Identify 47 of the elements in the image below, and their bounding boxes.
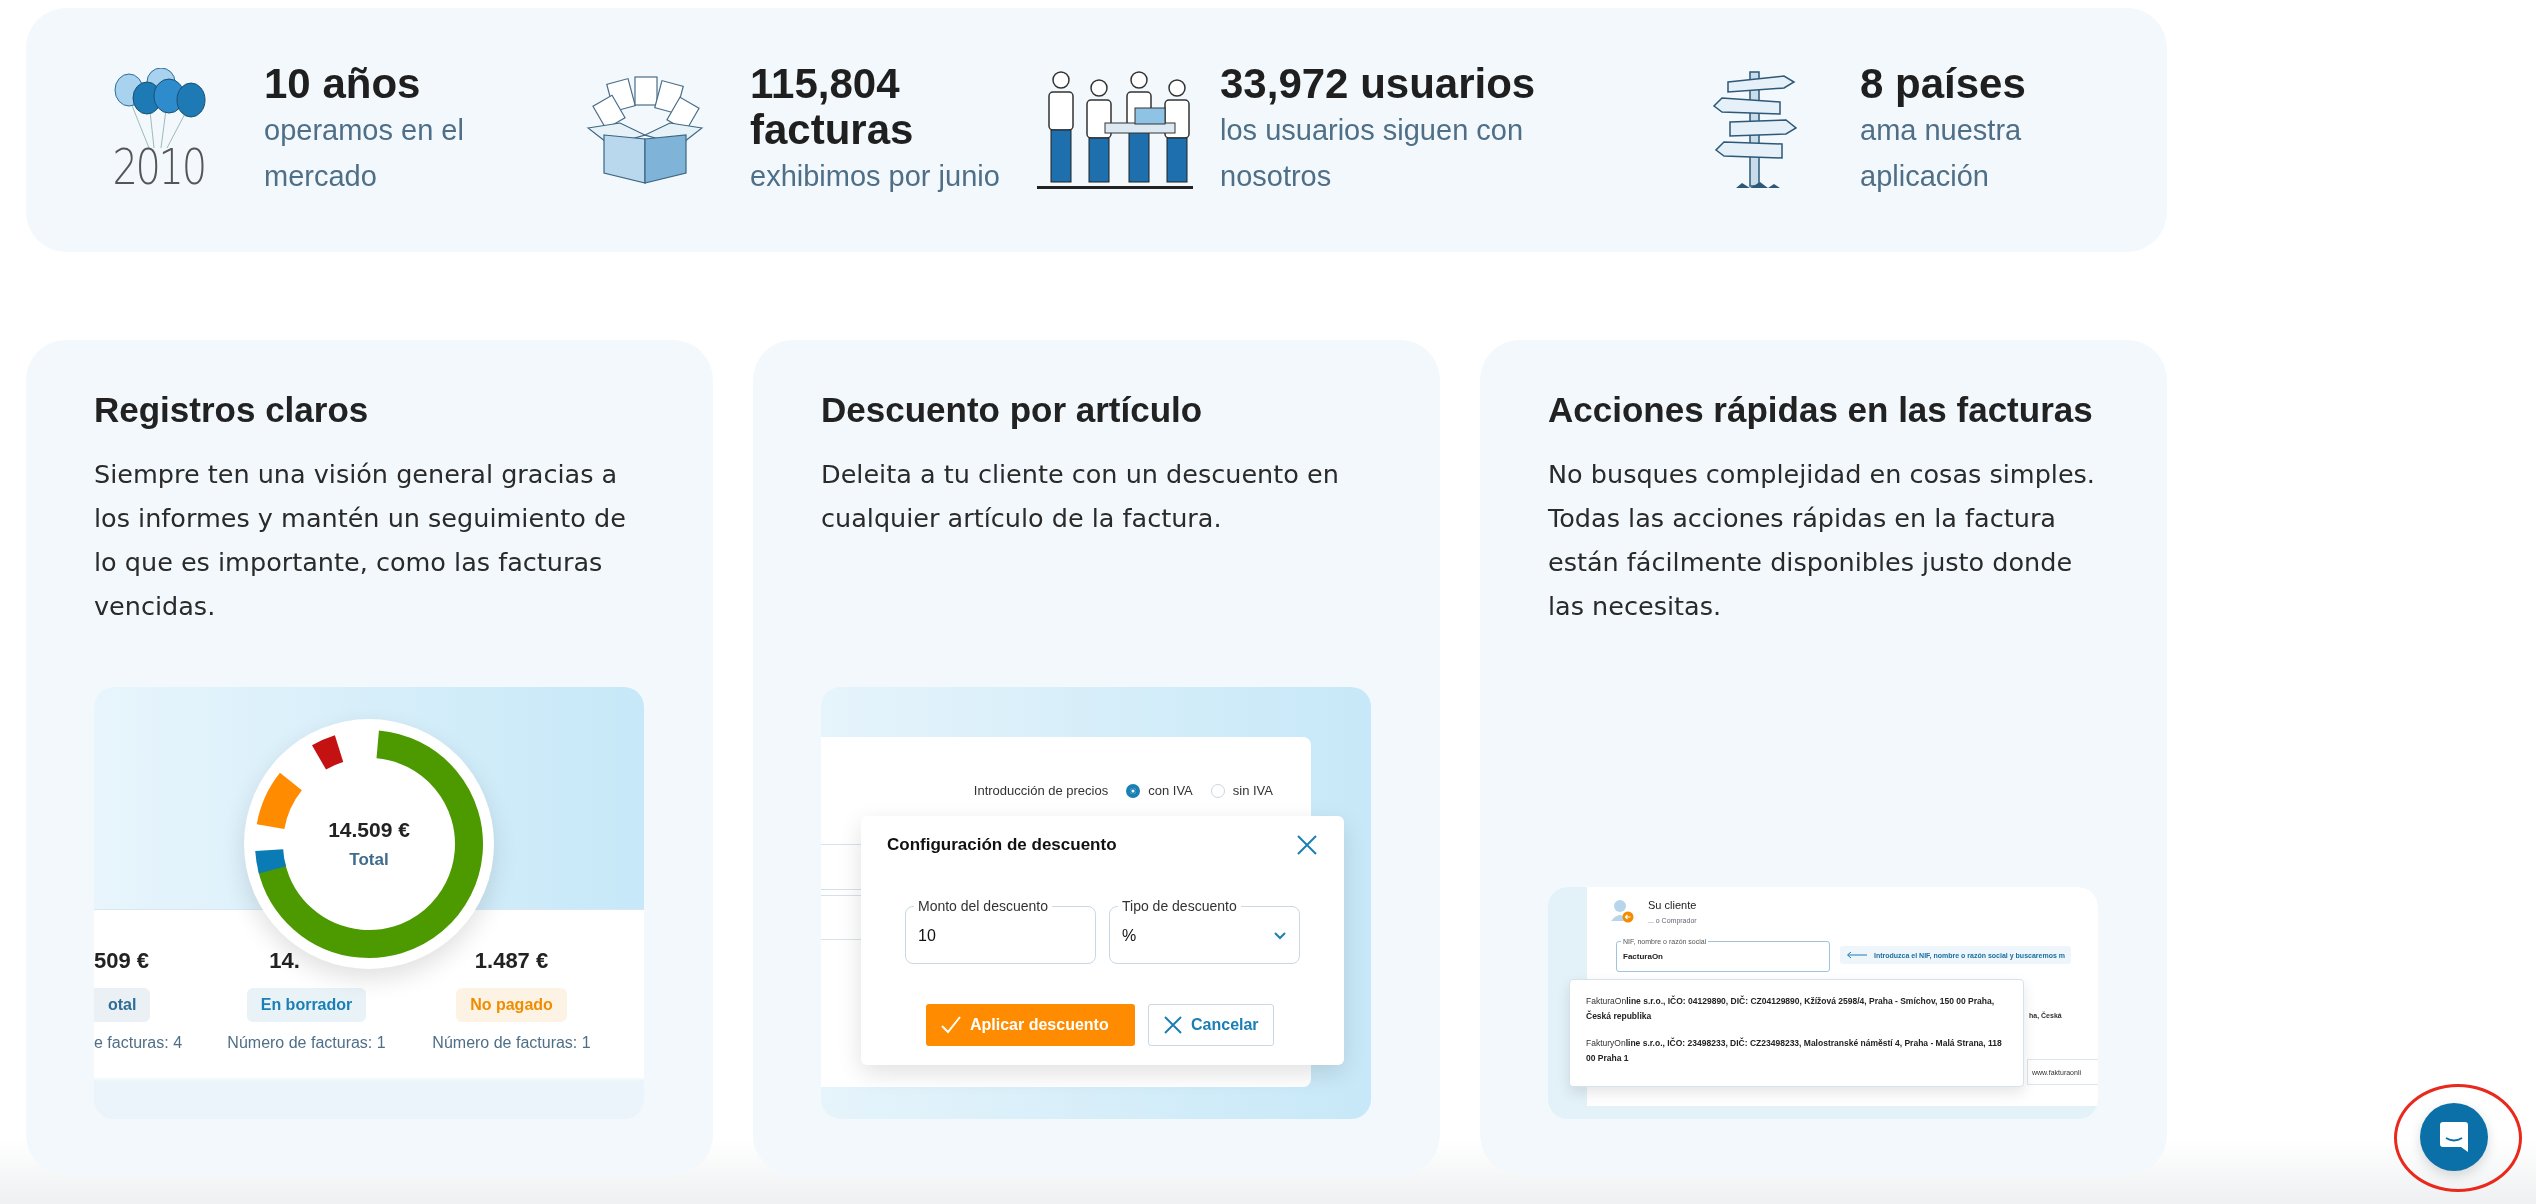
radio-option[interactable]: con IVA xyxy=(1126,783,1193,798)
card-text: Siempre ten una visión general gracias a los informes y mantén un seguimiento de lo que es importante, como las facturas vencidas. xyxy=(94,458,627,623)
stat-value: 115,804 facturas xyxy=(750,60,915,154)
dialog-title: Configuración de descuento xyxy=(887,835,1117,855)
total-label: Total xyxy=(348,850,390,870)
status-tag: En borrador xyxy=(246,988,367,1022)
total-amount: 14.509 € xyxy=(328,818,410,842)
invoice-count: e facturas: 4 xyxy=(94,1034,183,1052)
invoice-count: Número de facturas: 1 xyxy=(227,1034,386,1052)
card-text: No busques complejidad en cosas simples. Todas las acciones rápidas en la factura están fácilmente disponibles justo donde las necesitas. xyxy=(1548,458,2096,623)
radio-label: sin IVA xyxy=(1232,783,1273,798)
cancel-button[interactable]: Cancelar xyxy=(1148,1004,1274,1046)
stat-caption: exhibimos por junio xyxy=(750,159,1001,195)
chat-button[interactable] xyxy=(2420,1103,2488,1171)
select-field[interactable]: Tipo de descuento % xyxy=(1109,898,1300,964)
card-title: Descuento por artículo xyxy=(821,390,1204,430)
radio-option[interactable]: sin IVA xyxy=(1210,783,1273,798)
year-text: 2010 xyxy=(112,142,206,192)
amount-text: 14. xyxy=(269,948,300,974)
stat-caption: los usuarios siguen con nosotros xyxy=(1220,113,1525,195)
input-field[interactable]: Monto del descuento 10 xyxy=(905,898,1096,964)
stat-caption: ama nuestra aplicación xyxy=(1860,113,2023,195)
amount-text: 509 € xyxy=(94,948,150,974)
invoice-count: Número de facturas: 1 xyxy=(432,1034,591,1052)
stat-caption: operamos en el mercado xyxy=(264,113,465,195)
stat-value: 10 años xyxy=(264,60,422,108)
close-icon xyxy=(1163,1015,1183,1035)
client-title: Su cliente xyxy=(1648,899,1697,911)
radio-icon[interactable] xyxy=(1126,783,1141,798)
arrow-left-icon xyxy=(1846,951,1868,959)
chat-icon xyxy=(2439,1121,2469,1153)
radio-label: con IVA xyxy=(1148,783,1193,798)
status-tag: otal xyxy=(94,988,151,1022)
suggestion-item[interactable]: FakturyOnline s.r.o., IČO: 23498233, DIČ: CZ23498233, Malostranské náměstí 4, Praha - Malá Strana, 118 00 Praha 1 xyxy=(1586,1036,2013,1066)
amount-text: 1.487 € xyxy=(474,948,549,974)
status-tag: No pagado xyxy=(456,988,567,1022)
card-title: Registros claros xyxy=(94,390,370,430)
card-title: Acciones rápidas en las facturas xyxy=(1548,390,2094,430)
stat-value: 33,972 usuarios xyxy=(1220,60,1537,108)
close-icon[interactable] xyxy=(1296,834,1318,856)
card-text: Deleita a tu cliente con un descuento en cualquier artículo de la factura. xyxy=(821,458,1340,535)
chevron-down-icon xyxy=(1273,931,1287,940)
checkmark-icon xyxy=(940,1016,962,1034)
stat-value: 8 países xyxy=(1860,60,2027,108)
user-avatar-icon xyxy=(1610,899,1634,923)
price-entry-label: Introducción de precios xyxy=(973,783,1109,798)
suggestion-item[interactable]: FakturaOnline s.r.o., IČO: 04129890, DIČ: CZ04129890, Kžížová 2598/4, Praha - Smíchov, 150 00 Praha, Česká republika xyxy=(1586,994,2013,1024)
